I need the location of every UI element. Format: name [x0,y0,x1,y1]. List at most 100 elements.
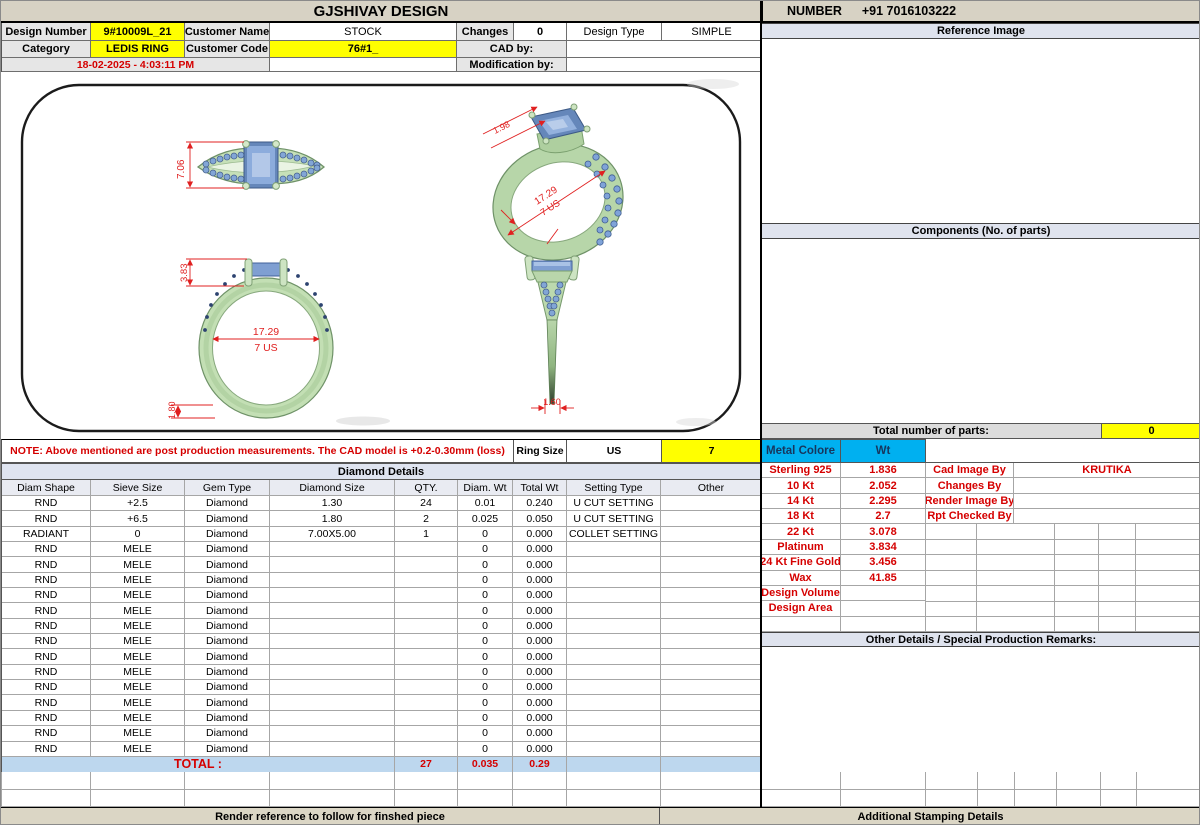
total-wt[interactable]: 0.29 [513,756,567,773]
cell[interactable]: 22 Kt [761,524,841,540]
category-value[interactable]: LEDIS RING [91,41,185,58]
cell[interactable] [661,511,762,527]
cell[interactable]: 0.000 [513,726,567,742]
cell[interactable] [661,680,762,696]
cell[interactable] [395,542,458,558]
ring-size-unit[interactable]: US [567,440,662,463]
cell[interactable] [395,741,458,757]
cell[interactable]: Cad Image By [926,463,1014,479]
cell[interactable] [270,618,395,635]
cell[interactable]: 14 Kt [761,493,841,510]
cell[interactable]: MELE [91,664,185,681]
cell[interactable] [661,710,762,727]
cell[interactable]: Diamond [185,496,270,512]
cell[interactable]: RND [2,649,91,665]
ring-size-value[interactable]: 7 [662,440,762,463]
cell[interactable] [270,588,395,604]
cell[interactable] [841,616,926,632]
cell[interactable] [395,634,458,650]
empty-cell[interactable] [1015,772,1057,790]
cell[interactable]: COLLET SETTING [567,526,661,543]
empty-cell[interactable] [458,772,513,790]
empty-cell[interactable] [926,586,977,602]
empty-cell[interactable] [977,616,1055,633]
cell[interactable] [567,542,661,558]
cell[interactable]: +6.5 [91,511,185,527]
empty-cell[interactable] [513,789,567,807]
cell[interactable] [661,741,762,757]
cell[interactable]: 0.240 [513,496,567,512]
empty-cell[interactable] [926,772,978,790]
cell[interactable]: Diamond [185,526,270,543]
empty-cell[interactable] [1136,601,1199,617]
empty-cell[interactable] [1099,555,1136,571]
empty-cell[interactable] [1055,586,1099,602]
cell[interactable] [661,649,762,665]
cell[interactable]: 0 [458,634,513,650]
cell[interactable] [567,634,661,650]
cell[interactable]: Design Area [761,601,841,617]
empty-cell[interactable] [91,772,185,790]
cell[interactable]: Design Volume [761,585,841,602]
cell[interactable] [270,603,395,619]
cell[interactable] [567,726,661,742]
cell[interactable]: RND [2,542,91,558]
cell[interactable]: Diamond [185,542,270,558]
cell[interactable]: 0.000 [513,542,567,558]
cell[interactable]: 3.078 [841,524,926,540]
empty-cell[interactable] [977,555,1055,571]
cell[interactable]: MELE [91,741,185,757]
cell[interactable]: 0 [458,664,513,681]
cell[interactable]: MELE [91,634,185,650]
customer-code-value[interactable]: 76#1_ [270,41,457,58]
empty-cell[interactable] [1137,772,1199,790]
cell[interactable]: 0.000 [513,603,567,619]
cell[interactable]: 0.000 [513,588,567,604]
empty-cell[interactable] [977,524,1055,540]
empty-cell[interactable] [91,789,185,807]
cell[interactable] [567,664,661,681]
cell[interactable] [567,588,661,604]
cell[interactable] [270,741,395,757]
empty-cell[interactable] [762,772,841,790]
cell[interactable]: Diamond [185,572,270,589]
cell[interactable] [841,601,926,617]
cell[interactable] [395,603,458,619]
cell[interactable] [270,557,395,573]
cell[interactable]: RND [2,603,91,619]
cell[interactable] [1014,509,1199,525]
empty-cell[interactable] [1057,772,1101,790]
empty-cell[interactable] [1099,570,1136,587]
cell[interactable] [567,710,661,727]
cell[interactable]: 0 [458,649,513,665]
cell[interactable]: 0.000 [513,710,567,727]
cell[interactable] [395,664,458,681]
empty-cell[interactable] [1055,616,1099,633]
cell[interactable] [1014,494,1199,510]
cell[interactable]: 0.000 [513,664,567,681]
cell[interactable]: 0.000 [513,572,567,589]
cell[interactable]: Diamond [185,588,270,604]
cell[interactable] [270,710,395,727]
cell[interactable]: 2.295 [841,493,926,510]
cell[interactable]: RND [2,741,91,757]
empty-cell[interactable] [926,789,978,807]
cell[interactable]: RND [2,572,91,589]
empty-cell[interactable] [185,789,270,807]
cell[interactable]: 0.000 [513,557,567,573]
cell[interactable]: 0 [458,726,513,742]
cell[interactable]: 0.000 [513,526,567,543]
cell[interactable]: 41.85 [841,570,926,586]
cell[interactable]: Diamond [185,634,270,650]
empty-cell[interactable] [926,555,977,571]
empty-cell[interactable] [841,772,926,790]
cell[interactable]: 0 [458,618,513,635]
cell[interactable]: RND [2,511,91,527]
cell[interactable]: 0.050 [513,511,567,527]
total-diam-wt[interactable]: 0.035 [458,756,513,773]
cell[interactable]: 0 [458,710,513,727]
cell[interactable] [395,618,458,635]
cell[interactable] [567,557,661,573]
empty-cell[interactable] [1137,789,1199,807]
other-details-area[interactable] [761,647,1199,772]
